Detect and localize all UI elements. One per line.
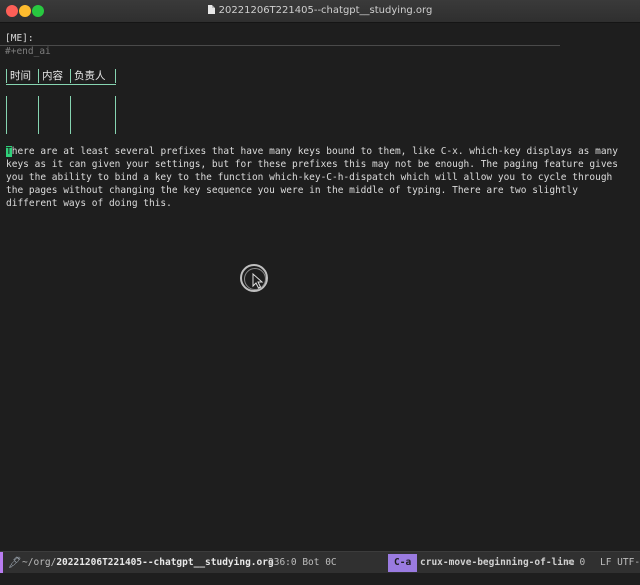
table-header-label: 内容 bbox=[42, 70, 63, 82]
table-header-content: 内容 bbox=[38, 69, 70, 83]
table-column-bar bbox=[115, 96, 116, 134]
table-column-bar bbox=[6, 96, 7, 134]
table-header-label: 负责人 bbox=[74, 70, 106, 82]
table-header-owner: 负责人 bbox=[70, 69, 118, 83]
buffer-filename: 20221206T221405--chatgpt__studying.org bbox=[56, 557, 274, 568]
buffer-path[interactable]: ~/org/20221206T221405--chatgpt__studying… bbox=[22, 552, 274, 574]
window-titlebar: 20221206T221405--chatgpt__studying.org bbox=[0, 0, 640, 23]
table-column-bar bbox=[70, 96, 71, 134]
table-separator bbox=[6, 84, 116, 85]
table-right-border bbox=[115, 69, 116, 83]
end-ai-marker: #+end_ai bbox=[5, 46, 51, 57]
mode-line: 🖋 ~/org/20221206T221405--chatgpt__studyi… bbox=[0, 551, 640, 574]
editor-buffer[interactable]: [ME]: #+end_ai 时间 内容 负责人 There are at le… bbox=[0, 23, 640, 551]
table-header-label: 时间 bbox=[10, 70, 31, 82]
emacs-icon: 🖋 bbox=[8, 556, 22, 569]
mode-line-accent bbox=[0, 552, 3, 574]
minibuffer[interactable] bbox=[0, 573, 640, 585]
cursor-position: 236:0 Bot 0C bbox=[268, 557, 337, 568]
last-key-badge: C-a bbox=[388, 554, 418, 572]
table-header-time: 时间 bbox=[6, 69, 38, 83]
org-table[interactable]: 时间 内容 负责人 bbox=[6, 69, 118, 134]
line-count-indicator: ≡ 0 bbox=[568, 557, 586, 568]
table-header-row: 时间 内容 负责人 bbox=[6, 69, 118, 83]
table-column-bar bbox=[38, 96, 39, 134]
document-icon bbox=[207, 5, 215, 14]
paragraph-body: here are at least several prefixes that … bbox=[6, 146, 618, 209]
buffer-path-prefix: ~/org/ bbox=[22, 557, 57, 568]
me-prompt-line: [ME]: bbox=[5, 33, 34, 44]
block-divider bbox=[0, 45, 560, 46]
window-title-group: 20221206T221405--chatgpt__studying.org bbox=[0, 3, 640, 19]
paragraph-text[interactable]: There are at least several prefixes that… bbox=[6, 145, 628, 210]
encoding-indicator[interactable]: LF UTF-8 bbox=[600, 552, 640, 574]
mouse-pointer-icon bbox=[252, 273, 264, 289]
last-command: crux-move-beginning-of-line bbox=[420, 557, 575, 568]
window-title: 20221206T221405--chatgpt__studying.org bbox=[218, 5, 433, 16]
